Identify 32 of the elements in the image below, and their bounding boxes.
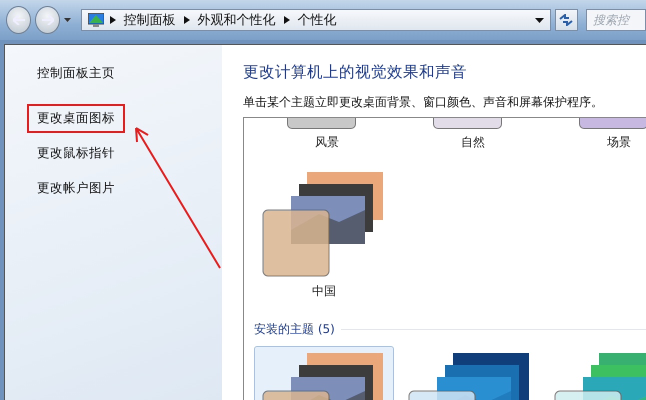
- theme-swatch[interactable]: [578, 118, 646, 129]
- breadcrumb[interactable]: 个性化: [296, 11, 339, 29]
- theme-swatch[interactable]: [286, 118, 356, 129]
- theme-label[interactable]: 自然: [461, 134, 485, 151]
- caret-icon: [64, 18, 71, 22]
- theme-label: 中国: [312, 283, 336, 300]
- back-arrow-icon: [12, 15, 25, 25]
- theme-tile[interactable]: 中国: [254, 165, 394, 301]
- search-field[interactable]: 搜索控: [586, 9, 646, 31]
- chevron-icon: [284, 16, 290, 24]
- address-bar[interactable]: 控制面板 外观和个性化 个性化: [80, 9, 551, 31]
- breadcrumb[interactable]: 外观和个性化: [196, 11, 278, 29]
- section-heading: 安装的主题 (5): [254, 321, 335, 338]
- forward-arrow-icon: [42, 15, 54, 25]
- dropdown-caret-icon: [534, 18, 544, 22]
- control-panel-icon: [88, 13, 104, 27]
- forward-button[interactable]: [35, 6, 60, 34]
- theme-swatch[interactable]: [432, 118, 502, 129]
- sidebar-link[interactable]: 更改鼠标指针: [27, 139, 125, 168]
- sidebar-link[interactable]: 控制面板主页: [27, 59, 125, 88]
- page-description: 单击某个主题立即更改桌面背景、窗口颜色、声音和屏幕保护程序。: [243, 94, 604, 111]
- theme-label[interactable]: 场景: [607, 134, 631, 151]
- page-title: 更改计算机上的视觉效果和声音: [243, 62, 468, 83]
- refresh-button[interactable]: [554, 9, 578, 31]
- refresh-icon: [559, 14, 574, 26]
- sidebar-link[interactable]: 更改桌面图标: [27, 104, 125, 133]
- chevron-icon: [184, 16, 190, 24]
- breadcrumb[interactable]: 控制面板: [122, 11, 178, 29]
- sidebar-link[interactable]: 更改帐户图片: [27, 174, 125, 203]
- chevron-icon: [110, 16, 116, 24]
- back-button[interactable]: [6, 6, 32, 34]
- theme-label[interactable]: 风景: [315, 134, 339, 151]
